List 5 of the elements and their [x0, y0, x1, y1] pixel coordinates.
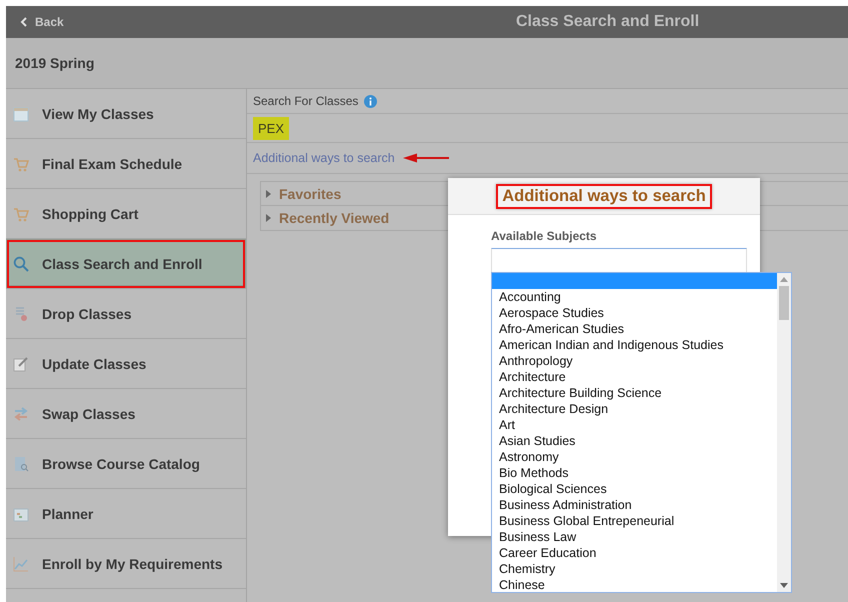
field-label: Available Subjects [491, 229, 598, 243]
page-title: Class Search and Enroll [516, 13, 700, 31]
term-label: 2019 Spring [15, 55, 94, 71]
dialog-title: Additional ways to search [496, 184, 712, 208]
field-label: Search For Classes [253, 94, 358, 108]
